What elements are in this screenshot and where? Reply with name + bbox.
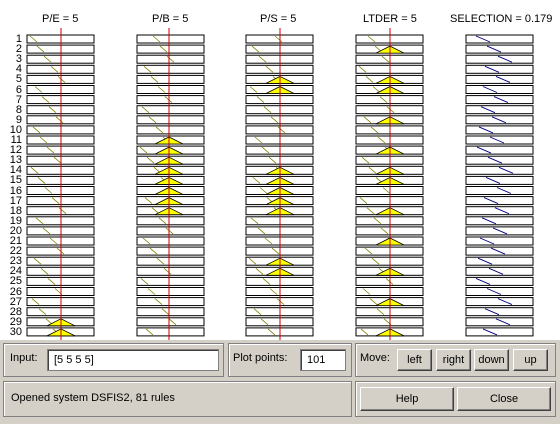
rule-cell [136, 287, 205, 296]
rule-cell [136, 44, 205, 54]
input-label: Input: [10, 352, 38, 364]
rule-cell [136, 115, 205, 125]
plot-points-field[interactable]: 101 [300, 349, 346, 371]
rule-cell [465, 186, 534, 195]
rule-cell [465, 206, 534, 216]
rule-cell [136, 95, 205, 105]
rule-cell [136, 256, 205, 266]
rule-cell [465, 145, 534, 155]
move-up-button[interactable]: up [513, 349, 548, 371]
rule-cell [136, 307, 205, 317]
move-down-button[interactable]: down [474, 349, 509, 371]
rule-cell [465, 135, 534, 145]
rule-cell [465, 266, 534, 276]
rule-cell [136, 246, 205, 256]
rule-cell [465, 105, 534, 115]
rule-cell [136, 226, 205, 236]
rule-cell [465, 125, 534, 135]
rule-cell [136, 125, 205, 135]
rule-cell [136, 276, 205, 286]
rule-cell [465, 196, 534, 206]
rule-plot-area: P/E = 5 P/B = 5 P/S = 5 LTDER = 5 SELECT… [0, 0, 560, 340]
move-label: Move: [360, 352, 390, 364]
rule-cell [465, 95, 534, 105]
rule-cell [136, 85, 205, 94]
rule-cell [465, 317, 534, 327]
help-button[interactable]: Help [360, 387, 454, 411]
plot-points-label: Plot points: [233, 352, 288, 364]
rule-cell [465, 85, 534, 94]
rule-cell [465, 246, 534, 256]
rule-cell [465, 216, 534, 226]
rule-cell [136, 216, 205, 226]
input-field[interactable]: [5 5 5 5] [47, 349, 219, 371]
rule-cell [136, 297, 205, 307]
status-text: Opened system DSFIS2, 81 rules [11, 392, 175, 404]
close-button[interactable]: Close [457, 387, 551, 411]
rule-cell [465, 327, 534, 337]
rule-cell [465, 236, 534, 246]
move-left-button[interactable]: left [397, 349, 432, 371]
rule-cell [465, 256, 534, 266]
plot-points-panel: Plot points: 101 [228, 343, 352, 377]
move-panel: Move: left right down up [355, 343, 556, 377]
input-panel: Input: [5 5 5 5] [3, 343, 224, 377]
rule-cell [136, 105, 205, 115]
rule-cell [465, 307, 534, 317]
rule-cell [136, 34, 205, 44]
rule-cell [465, 64, 534, 74]
rule-cell [465, 155, 534, 165]
rule-plots[interactable] [0, 0, 560, 340]
help-close-panel: Help Close [355, 381, 556, 417]
status-panel: Opened system DSFIS2, 81 rules [3, 381, 352, 417]
rule-cell [465, 74, 534, 84]
move-right-button[interactable]: right [436, 349, 471, 371]
rule-cell [136, 74, 205, 84]
rule-cell [136, 327, 205, 337]
rule-cell [136, 317, 205, 327]
